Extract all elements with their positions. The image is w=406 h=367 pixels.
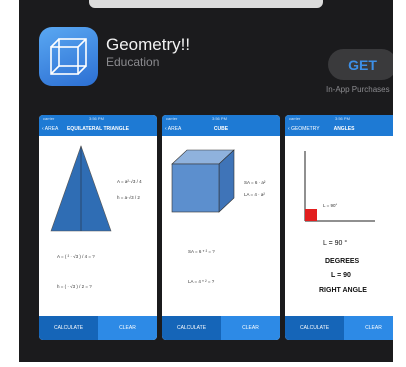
app-title: Geometry!!: [106, 35, 191, 54]
angle-label: L = 90°: [323, 203, 338, 208]
app-category: Education: [106, 55, 160, 69]
screenshot-angles[interactable]: carrier 3:56 PM ‹ GEOMETRY ANGLES L = 90…: [285, 115, 393, 340]
calculate-button[interactable]: CALCULATE: [39, 316, 98, 340]
bottom-buttons: CALCULATE CLEAR: [39, 316, 157, 340]
calc-sa: SA = 6 * ² = ?: [188, 249, 215, 254]
triangle-diagram: [50, 145, 112, 232]
formula-sa: SA = 6 · a²: [244, 180, 266, 185]
nav-title: CUBE: [213, 126, 229, 132]
clear-button[interactable]: CLEAR: [98, 316, 157, 340]
calc-la: LA = 4 * ² = ?: [188, 279, 215, 284]
bottom-buttons: CALCULATE CLEAR: [285, 316, 393, 340]
cube-diagram: [171, 149, 235, 213]
clear-button[interactable]: CLEAR: [344, 316, 393, 340]
angle-kind: RIGHT ANGLE: [319, 287, 367, 294]
l-value: L = 90 °: [323, 240, 348, 247]
status-time: 3:56 PM: [89, 116, 104, 121]
unit-label: DEGREES: [325, 258, 360, 265]
app-store-listing: Geometry!! Education GET In-App Purchase…: [19, 0, 393, 362]
bottom-buttons: CALCULATE CLEAR: [162, 316, 280, 340]
status-carrier: carrier: [43, 116, 55, 121]
top-bar: [89, 0, 323, 8]
calc-area: A = ( ² · √3 ) / 4 = ?: [57, 254, 95, 259]
formula-height: h = a·√3 / 2: [117, 195, 140, 200]
app-cube-icon[interactable]: [39, 27, 98, 86]
status-carrier: carrier: [166, 116, 178, 121]
in-app-purchases-label: In-App Purchases: [326, 85, 390, 94]
calculate-button[interactable]: CALCULATE: [285, 316, 344, 340]
status-bar: carrier 3:56 PM: [285, 115, 393, 123]
formula-area: A = a²·√3 / 4: [117, 179, 142, 184]
result-label: L = 90: [331, 272, 351, 279]
status-bar: carrier 3:56 PM: [162, 115, 280, 123]
nav-title: ANGLES: [333, 126, 355, 132]
screenshot-cube[interactable]: carrier 3:56 PM ‹ AREA CUBE SA = 6 · a² …: [162, 115, 280, 340]
status-carrier: carrier: [289, 116, 301, 121]
screenshot-triangle[interactable]: carrier 3:56 PM ‹ AREA EQUILATERAL TRIAN…: [39, 115, 157, 340]
status-time: 3:56 PM: [335, 116, 350, 121]
nav-bar: ‹ AREA CUBE: [162, 123, 280, 136]
get-button[interactable]: GET: [328, 49, 393, 80]
status-bar: carrier 3:56 PM: [39, 115, 157, 123]
clear-button[interactable]: CLEAR: [221, 316, 280, 340]
nav-bar: ‹ GEOMETRY ANGLES: [285, 123, 393, 136]
calculate-button[interactable]: CALCULATE: [162, 316, 221, 340]
formula-la: LA = 4 · a²: [244, 192, 265, 197]
calc-height: h = ( · √3 ) / 2 = ?: [57, 284, 92, 289]
status-time: 3:56 PM: [212, 116, 227, 121]
nav-title: EQUILATERAL TRIANGLE: [66, 126, 130, 132]
nav-bar: ‹ AREA EQUILATERAL TRIANGLE: [39, 123, 157, 136]
angle-diagram: [304, 151, 375, 222]
